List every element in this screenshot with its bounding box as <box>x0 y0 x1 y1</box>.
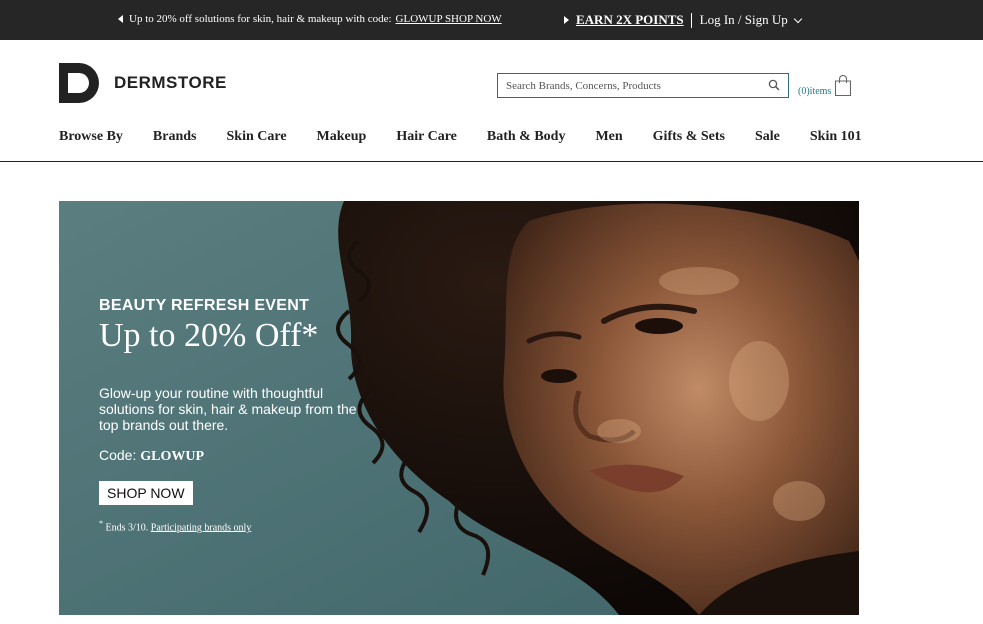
fine-print: * Ends 3/10. Participating brands only <box>99 519 374 533</box>
participating-brands-link[interactable]: Participating brands only <box>151 522 252 533</box>
caret-left-icon[interactable] <box>118 15 123 23</box>
hero-kicker: BEAUTY REFRESH EVENT <box>99 297 310 314</box>
nav-item-browse-by[interactable]: Browse By <box>59 129 123 149</box>
chevron-down-icon[interactable] <box>793 14 802 23</box>
brand-name[interactable]: DERMSTORE <box>114 73 227 93</box>
fine-print-text: Ends 3/10. <box>105 522 149 534</box>
nav-item-gifts-sets[interactable]: Gifts & Sets <box>653 129 725 149</box>
promo-code: Code: GLOWUP <box>99 447 374 465</box>
nav-item-sale[interactable]: Sale <box>755 129 780 149</box>
hero-description: Glow-up your routine with thoughtful sol… <box>99 385 357 433</box>
nav-item-makeup[interactable]: Makeup <box>317 129 367 149</box>
promo-code-label: Code: <box>99 447 137 463</box>
promo-message: Up to 20% off solutions for skin, hair &… <box>118 13 502 25</box>
nav-divider <box>0 161 983 162</box>
main-nav: Browse By Brands Skin Care Makeup Hair C… <box>59 129 862 149</box>
shop-now-button[interactable]: SHOP NOW <box>99 481 193 505</box>
search-icon[interactable] <box>768 79 780 91</box>
caret-right-icon <box>564 16 569 24</box>
promo-shop-link[interactable]: GLOWUP SHOP NOW <box>396 13 502 25</box>
nav-item-hair-care[interactable]: Hair Care <box>396 129 457 149</box>
hero-copy: BEAUTY REFRESH EVENT Up to 20% Off* Glow… <box>99 297 374 533</box>
shopping-bag-icon <box>835 75 852 97</box>
dermstore-logo-icon[interactable] <box>59 63 99 103</box>
nav-item-skin-101[interactable]: Skin 101 <box>810 129 862 149</box>
earn-points-link[interactable]: EARN 2X POINTS <box>576 12 684 28</box>
fine-print-mark: * <box>99 519 103 528</box>
account-links: EARN 2X POINTS Log In / Sign Up <box>564 12 802 28</box>
search-input[interactable] <box>506 78 756 94</box>
cart-count: (0)items <box>798 86 832 97</box>
nav-item-brands[interactable]: Brands <box>153 129 197 149</box>
nav-item-skin-care[interactable]: Skin Care <box>227 129 287 149</box>
login-signup-link[interactable]: Log In / Sign Up <box>700 12 788 28</box>
promo-bar: Up to 20% off solutions for skin, hair &… <box>0 0 983 40</box>
divider <box>690 12 692 28</box>
nav-item-bath-body[interactable]: Bath & Body <box>487 129 566 149</box>
promo-text: Up to 20% off solutions for skin, hair &… <box>129 13 392 25</box>
hero-banner[interactable]: BEAUTY REFRESH EVENT Up to 20% Off* Glow… <box>59 201 859 615</box>
search-box <box>497 73 789 98</box>
cart-button[interactable]: (0)items <box>798 75 852 97</box>
promo-code-value: GLOWUP <box>140 449 205 464</box>
hero-headline: Up to 20% Off* <box>99 317 319 354</box>
nav-item-men[interactable]: Men <box>595 129 622 149</box>
